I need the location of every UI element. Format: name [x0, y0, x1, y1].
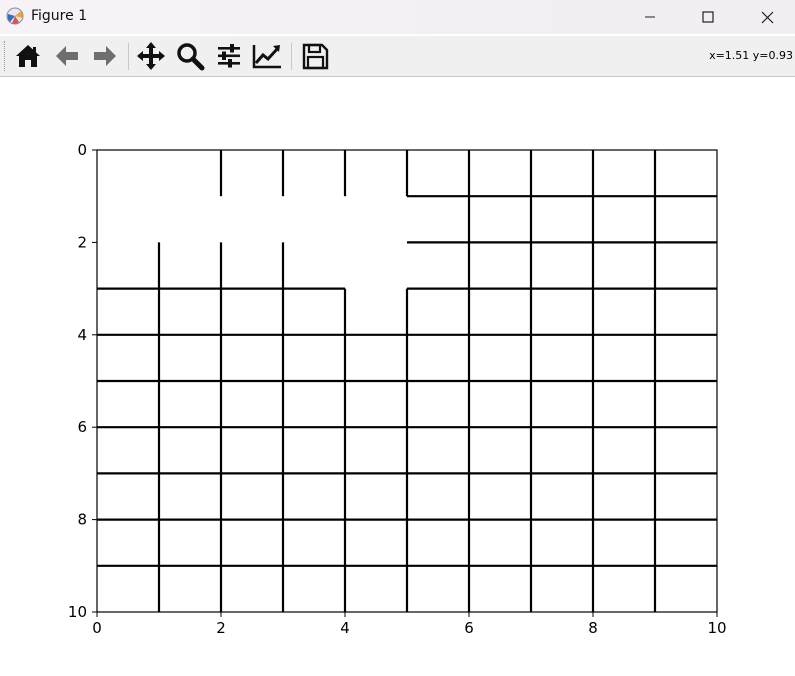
forward-button[interactable]	[88, 39, 122, 73]
y-tick-label: 4	[77, 326, 87, 344]
forward-arrow-icon	[94, 46, 116, 66]
pan-button[interactable]	[134, 39, 168, 73]
toolbar-separator	[128, 43, 129, 70]
figure-canvas[interactable]: 0 2 4 6 8 10 0 2 4 6 8 10	[0, 77, 795, 672]
matplotlib-icon	[6, 7, 24, 25]
maximize-icon	[702, 11, 714, 23]
minimize-button[interactable]	[627, 0, 673, 34]
zoom-button[interactable]	[173, 39, 207, 73]
x-tick-label: 2	[216, 619, 226, 637]
move-icon	[137, 42, 165, 70]
y-tick-label: 8	[77, 511, 87, 529]
home-icon	[16, 45, 40, 67]
toolbar-grip	[4, 41, 7, 71]
minimize-icon	[645, 16, 655, 18]
toolbar-separator	[291, 43, 292, 70]
x-tick-label: 8	[588, 619, 598, 637]
y-tick-label: 2	[77, 233, 87, 251]
navigation-toolbar: x=1.51 y=0.93	[0, 36, 795, 77]
home-button[interactable]	[11, 39, 45, 73]
cursor-coordinates: x=1.51 y=0.93	[709, 49, 793, 62]
sliders-icon	[218, 44, 240, 68]
x-tick-label: 6	[464, 619, 474, 637]
close-icon	[761, 11, 773, 23]
edit-axes-button[interactable]	[250, 39, 284, 73]
title-bar: Figure 1	[0, 0, 795, 34]
maximize-button[interactable]	[685, 0, 731, 34]
x-tick-label: 10	[707, 619, 726, 637]
y-tick-label: 0	[77, 141, 87, 159]
close-button[interactable]	[744, 0, 790, 34]
line-chart-icon	[252, 45, 281, 69]
y-tick-label: 6	[77, 418, 87, 436]
y-tick-label: 10	[68, 603, 87, 621]
save-icon	[302, 43, 329, 70]
window-title: Figure 1	[31, 8, 88, 24]
x-tick-label: 0	[92, 619, 102, 637]
back-button[interactable]	[50, 39, 84, 73]
x-tick-label: 4	[340, 619, 350, 637]
zoom-icon	[177, 43, 205, 71]
configure-subplots-button[interactable]	[212, 39, 246, 73]
save-button[interactable]	[298, 39, 332, 73]
back-arrow-icon	[56, 46, 78, 66]
plot-area[interactable]: 0 2 4 6 8 10 0 2 4 6 8 10	[0, 77, 795, 672]
